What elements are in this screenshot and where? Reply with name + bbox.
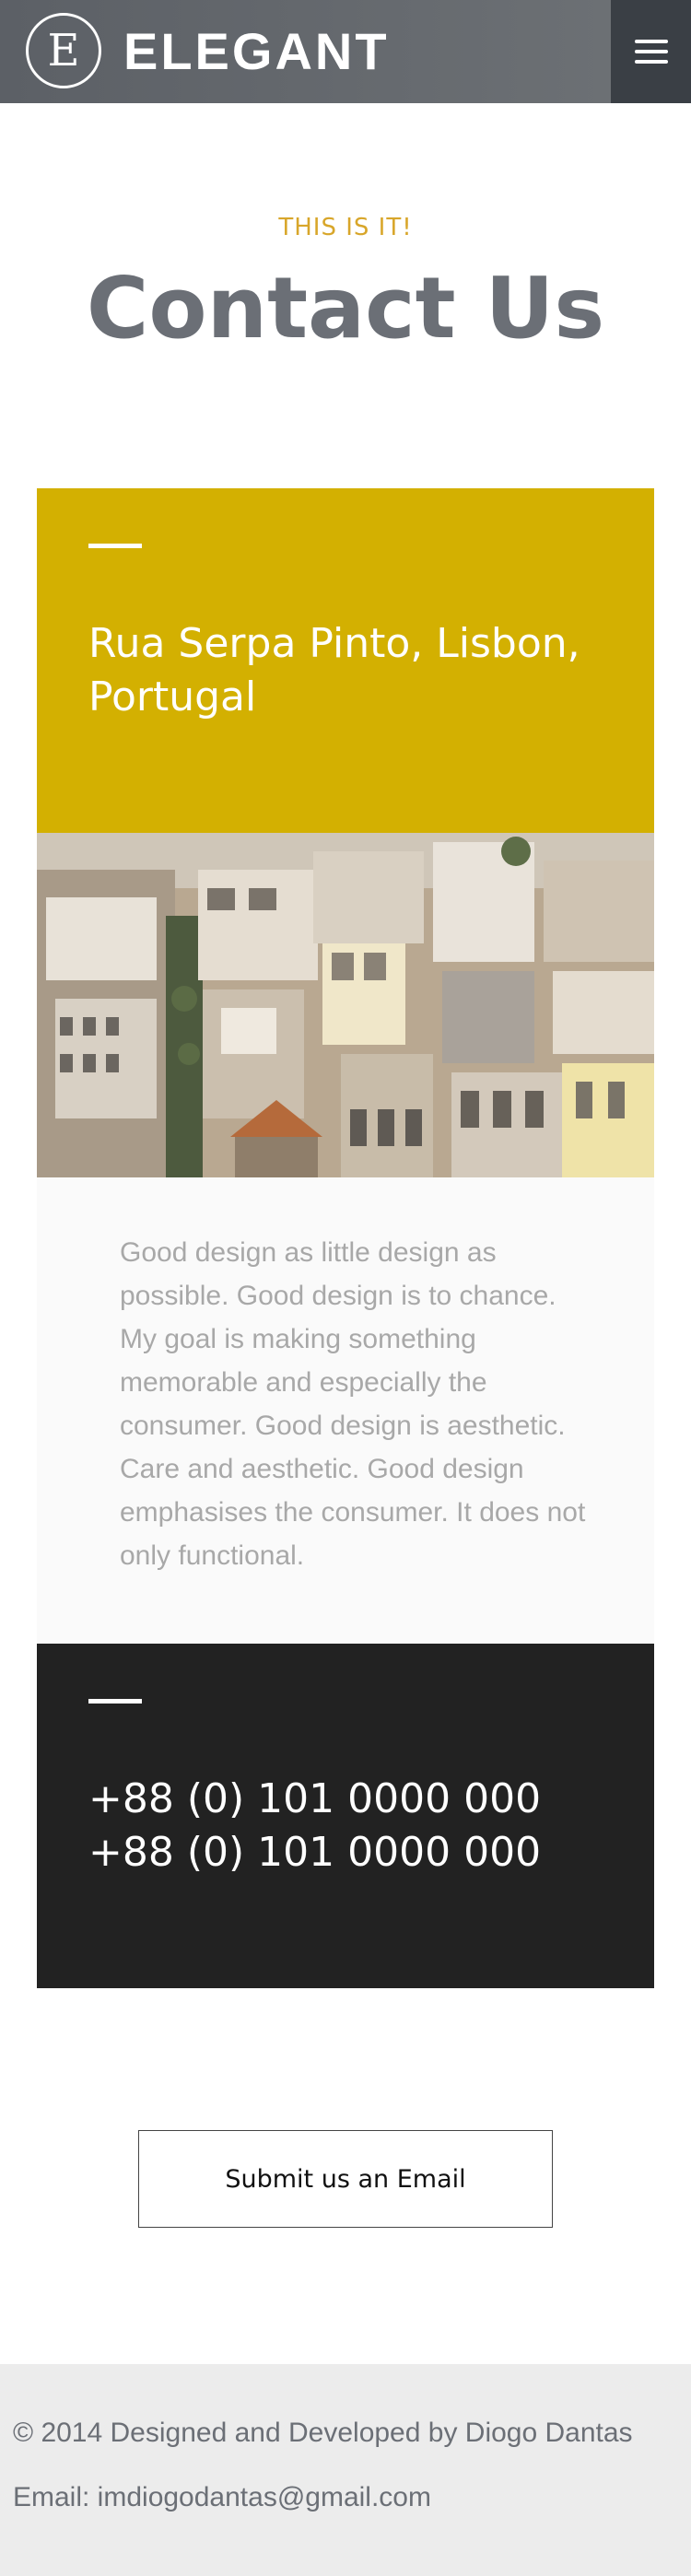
description-text: Good design as little design as possible…	[120, 1237, 586, 1571]
footer-email[interactable]: Email: imdiogodantas@gmail.com	[13, 2482, 431, 2513]
divider	[88, 1699, 142, 1704]
page-title: Contact Us	[86, 259, 605, 357]
footer-copyright: © 2014 Designed and Developed by Diogo D…	[13, 2418, 633, 2448]
hamburger-menu-icon	[634, 40, 668, 43]
phone-list: +88 (0) 101 0000 000 +88 (0) 101 0000 00…	[88, 1773, 541, 1879]
submit-email-button[interactable]: Submit us an Email	[138, 2130, 553, 2228]
phone-number[interactable]: +88 (0) 101 0000 000	[88, 1773, 541, 1826]
site-footer: © 2014 Designed and Developed by Diogo D…	[0, 2364, 691, 2576]
logo-icon[interactable]: E	[26, 13, 101, 88]
address-text: Rua Serpa Pinto, Lisbon, Portugal	[88, 620, 580, 720]
divider	[88, 544, 142, 548]
site-header: E ELEGANT	[0, 0, 691, 103]
address-card: Rua Serpa Pinto, Lisbon, Portugal	[37, 488, 654, 833]
brand-name[interactable]: ELEGANT	[123, 24, 390, 79]
phone-card: +88 (0) 101 0000 000 +88 (0) 101 0000 00…	[37, 1644, 654, 1988]
description-card: Good design as little design as possible…	[37, 1177, 654, 1644]
city-image	[37, 833, 654, 1177]
phone-number[interactable]: +88 (0) 101 0000 000	[88, 1826, 541, 1879]
section-eyebrow: THIS IS IT!	[278, 214, 413, 241]
hamburger-menu-button[interactable]	[611, 0, 691, 103]
logo-letter: E	[47, 25, 80, 76]
